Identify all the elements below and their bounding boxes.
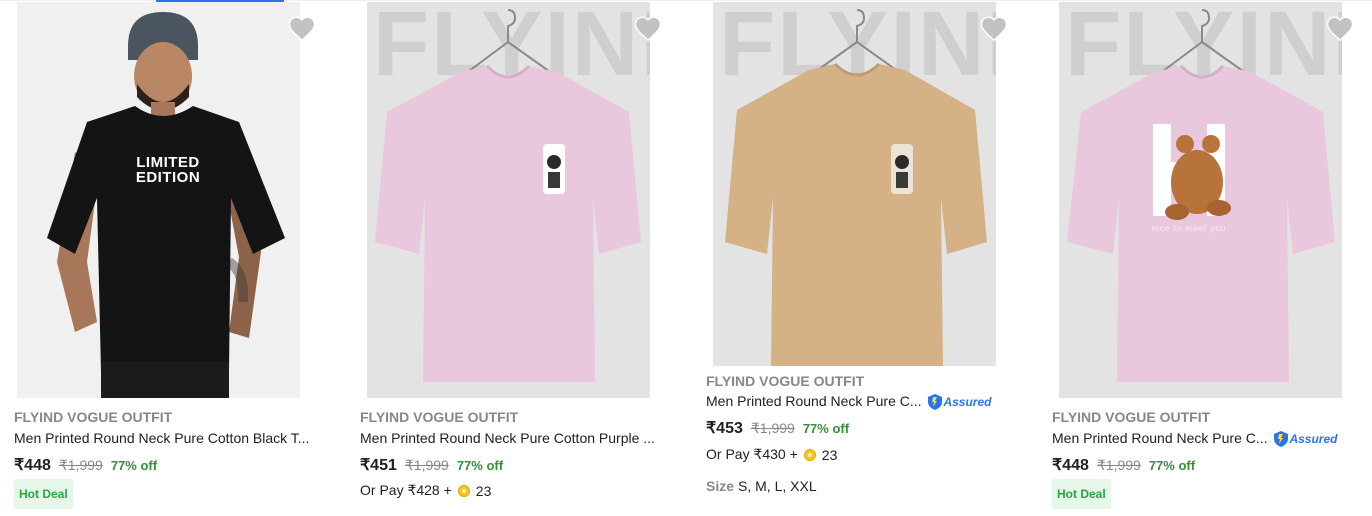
pay-with-coins-text: Or Pay ₹430 + [706,446,798,462]
discount-label: 77% off [802,421,850,436]
product-card[interactable]: LIMITED EDITION FLYIND VOGUE OUTFIT Men … [14,0,353,516]
product-brand: FLYIND VOGUE OUTFIT [360,409,519,425]
heart-icon[interactable] [979,14,1009,44]
original-price: ₹1,999 [58,457,103,473]
coin-count: 23 [475,482,492,499]
original-price: ₹1,999 [750,420,795,436]
assured-label: Assured [1289,432,1338,447]
heart-icon[interactable] [287,14,317,44]
product-title[interactable]: Men Printed Round Neck Pure C... [1052,430,1268,446]
product-image[interactable]: LIMITED EDITION [17,2,300,398]
price-row: ₹448 ₹1,999 77% off [1052,455,1195,475]
discount-label: 77% off [1148,458,1196,473]
selling-price: ₹448 [1052,457,1089,474]
supercoin-icon [457,484,470,497]
selling-price: ₹448 [14,457,51,474]
product-image[interactable]: FLYIND [367,2,650,398]
size-options: Size S, M, L, XXL [706,478,817,494]
assured-shield-icon [1274,431,1289,448]
assured-label: Assured [943,395,992,410]
selling-price: ₹453 [706,420,743,437]
tshirt-print-text: LIMITED EDITION [135,154,201,186]
tshirt-illustration [1067,9,1335,382]
tshirt-print-text: nice to meet you [1151,224,1227,233]
discount-label: 77% off [456,458,504,473]
assured-shield-icon [928,394,943,411]
heart-icon[interactable] [1325,14,1355,44]
coin-count: 23 [821,446,838,463]
product-brand: FLYIND VOGUE OUTFIT [706,373,865,389]
size-values: S, M, L, XXL [738,478,817,494]
assured-badge: Assured [928,394,992,411]
price-row: ₹453 ₹1,999 77% off [706,418,849,438]
supercoin-offer: Or Pay ₹430 + 23 [706,446,837,463]
product-image[interactable]: FLYIND nice to meet you [1059,2,1342,398]
product-title-row[interactable]: Men Printed Round Neck Pure C... Assured [1052,430,1338,448]
tshirt-illustration [375,9,641,382]
product-brand: FLYIND VOGUE OUTFIT [1052,409,1211,425]
model-photo [17,2,300,398]
product-title[interactable]: Men Printed Round Neck Pure Cotton Purpl… [360,430,660,446]
heart-icon[interactable] [633,14,663,44]
tshirt-illustration [725,9,987,366]
product-card[interactable]: FLYIND FLYIND VOGUE OUTFIT Men Printed R… [706,0,1045,516]
original-price: ₹1,999 [1096,457,1141,473]
product-image[interactable]: FLYIND [713,2,996,366]
selling-price: ₹451 [360,457,397,474]
product-title-row[interactable]: Men Printed Round Neck Pure C... Assured [706,393,992,411]
price-row: ₹451 ₹1,999 77% off [360,455,503,475]
hot-deal-badge: Hot Deal [1052,479,1111,509]
product-title[interactable]: Men Printed Round Neck Pure C... [706,393,922,409]
pay-with-coins-text: Or Pay ₹428 + [360,482,452,498]
product-card[interactable]: FLYIND nice to meet you FLYIND VOGUE OUT… [1052,0,1372,516]
original-price: ₹1,999 [404,457,449,473]
product-brand: FLYIND VOGUE OUTFIT [14,409,173,425]
discount-label: 77% off [110,458,158,473]
size-label: Size [706,478,735,494]
supercoin-offer: Or Pay ₹428 + 23 [360,482,491,499]
supercoin-icon [803,448,816,461]
assured-badge: Assured [1274,431,1338,448]
product-title[interactable]: Men Printed Round Neck Pure Cotton Black… [14,430,314,446]
product-card[interactable]: FLYIND FLYIND VOGUE OUTFIT Men Printed R… [360,0,699,516]
price-row: ₹448 ₹1,999 77% off [14,455,157,475]
hot-deal-badge: Hot Deal [14,479,73,509]
